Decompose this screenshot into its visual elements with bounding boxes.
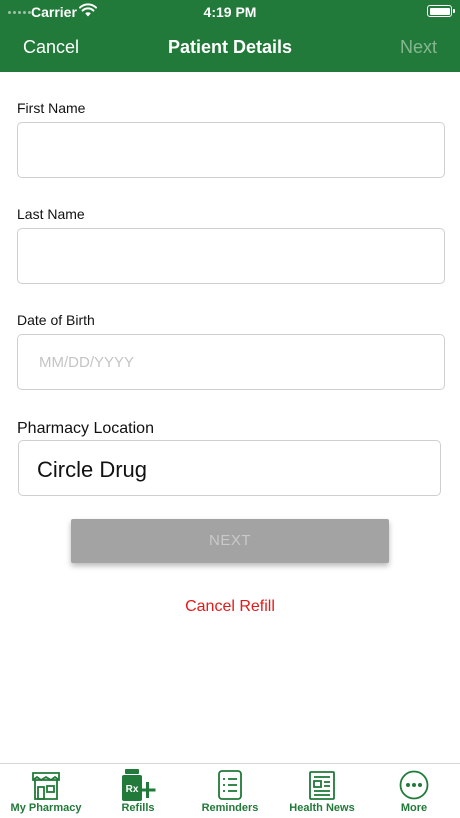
tab-reminders[interactable]: Reminders xyxy=(184,764,276,818)
last-name-field[interactable] xyxy=(17,228,445,284)
cancel-refill-button[interactable]: Cancel Refill xyxy=(0,598,460,616)
clock: 4:19 PM xyxy=(203,4,257,20)
more-icon xyxy=(399,770,429,800)
pharmacy-value: Circle Drug xyxy=(37,457,148,482)
next-button[interactable]: NEXT xyxy=(71,519,389,563)
next-nav-button[interactable]: Next xyxy=(400,37,437,58)
tab-my-pharmacy-label: My Pharmacy xyxy=(10,802,82,814)
tab-health-news-label: Health News xyxy=(289,802,355,814)
dob-input[interactable] xyxy=(18,335,444,389)
tab-health-news[interactable]: Health News xyxy=(276,764,368,818)
status-bar: Carrier 4:19 PM xyxy=(0,0,460,24)
tab-bar: My Pharmacy Rx Refills Reminders Health … xyxy=(0,763,460,818)
first-name-input[interactable] xyxy=(18,123,444,177)
rx-badge: Rx xyxy=(126,784,139,795)
tab-reminders-label: Reminders xyxy=(201,802,259,814)
dob-field[interactable] xyxy=(17,334,445,390)
dob-label: Date of Birth xyxy=(17,312,95,328)
first-name-label: First Name xyxy=(17,100,86,116)
newspaper-icon xyxy=(309,771,335,800)
battery-icon xyxy=(427,5,455,17)
last-name-input[interactable] xyxy=(18,229,444,283)
pharmacy-label: Pharmacy Location xyxy=(17,420,154,437)
tab-more[interactable]: More xyxy=(368,764,460,818)
nav-header: Carrier 4:19 PM Cancel Patient Details N… xyxy=(0,0,460,72)
tab-my-pharmacy[interactable]: My Pharmacy xyxy=(0,764,92,818)
pharmacy-selector[interactable]: Circle Drug xyxy=(18,440,441,496)
page-title: Patient Details xyxy=(167,37,293,57)
tab-more-label: More xyxy=(400,802,428,814)
last-name-label: Last Name xyxy=(17,206,85,222)
store-icon xyxy=(32,772,60,800)
checklist-icon xyxy=(218,770,242,800)
rx-plus-icon: Rx xyxy=(122,769,156,801)
tab-refills[interactable]: Rx Refills xyxy=(92,764,184,818)
first-name-field[interactable] xyxy=(17,122,445,178)
tab-refills-label: Refills xyxy=(121,802,155,814)
